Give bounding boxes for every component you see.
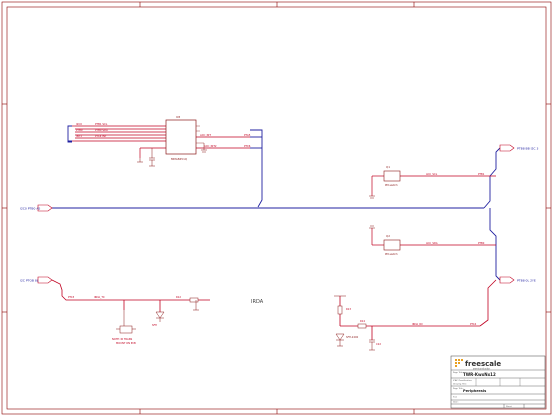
- svg-text:PTB1 SCL: PTB1 SCL: [95, 122, 108, 126]
- right-port-top: PTB8 BB I2C 3: [499, 144, 538, 152]
- svg-text:Page Title:: Page Title:: [453, 371, 464, 374]
- accelerometer-ic: U8 MMA8451Q: [165, 115, 204, 161]
- svg-text:NOTE: IR TRANS: NOTE: IR TRANS: [112, 337, 133, 341]
- q1-part: PM-switch: [385, 183, 398, 187]
- q1-switch: Q1 PM-switch ACC_SCL PTB1: [369, 165, 496, 199]
- svg-text:R12: R12: [176, 295, 181, 299]
- q2-part: PM-switch: [385, 252, 398, 256]
- svg-text:PTC4 INT: PTC4 INT: [95, 134, 107, 138]
- logo-subtext: semiconductor: [473, 367, 490, 370]
- ic-ref: U8: [176, 115, 180, 119]
- irda-components: [116, 297, 199, 334]
- svg-text:ACC_INT2: ACC_INT2: [204, 144, 217, 148]
- right-port-top-label: PTB8 BB I2C 3: [517, 147, 538, 151]
- main-bus: [52, 125, 501, 281]
- ir-receiver-nets: [339, 279, 497, 340]
- svg-text:C22: C22: [376, 342, 381, 346]
- irda-tx-net: [51, 279, 210, 312]
- right-port-bottom-label: PTB8 0L 2YE: [517, 279, 536, 283]
- irda-net-labels: PTC3 IRDA_TX R12 NOTE: IR TRANS MOUNT ON…: [68, 295, 181, 345]
- svg-text:IRDA_TX: IRDA_TX: [94, 295, 105, 299]
- svg-text:Drawing Title:: Drawing Title:: [453, 383, 467, 386]
- svg-text:PTB0: PTB0: [76, 128, 83, 132]
- svg-text:Page Title:: Page Title:: [453, 387, 464, 390]
- svg-text:MOUNT ON PCB: MOUNT ON PCB: [116, 341, 136, 345]
- svg-text:I2C0: I2C0: [76, 122, 82, 126]
- q1-ref: Q1: [386, 165, 390, 169]
- svg-text:SFH: SFH: [152, 323, 157, 327]
- ic-part-label: MMA8451Q: [171, 157, 188, 161]
- sheet-subtitle: Peripherals: [463, 389, 486, 393]
- svg-text:R13: R13: [346, 307, 351, 311]
- left-port-bottom: I2C PTOB 8L: [20, 276, 53, 284]
- irda-label: IRDA: [251, 299, 264, 305]
- q2-switch: Q2 PM-switch ACC_SDA PTB0: [369, 225, 496, 256]
- left-port-mid-label: I2C0 PTB0 AS: [20, 207, 40, 211]
- schematic-sheet: I2C0 PTB1 SCL PTB0 PTB0 SDA INT1 PTC4 IN…: [1, 1, 552, 415]
- svg-text:ACC_INT: ACC_INT: [200, 133, 211, 137]
- left-port-bottom-label: I2C PTOB 8L: [20, 279, 39, 283]
- svg-text:PTC3: PTC3: [68, 295, 75, 299]
- svg-text:IRDA_RX: IRDA_RX: [412, 322, 423, 326]
- photodiode-part: SFH-2400: [346, 335, 359, 339]
- svg-text:PTB0: PTB0: [478, 241, 485, 245]
- svg-text:ACC_SCL: ACC_SCL: [426, 172, 438, 176]
- svg-text:Sheet: Sheet: [506, 405, 512, 408]
- svg-text:ACC_SDA: ACC_SDA: [426, 241, 438, 245]
- svg-text:PTB1: PTB1: [478, 172, 485, 176]
- q2-ref: Q2: [386, 234, 390, 238]
- svg-text:ICAP Classification:: ICAP Classification:: [453, 379, 472, 382]
- left-port-mid: I2C0 PTB0 AS: [20, 204, 53, 212]
- svg-text:R14: R14: [360, 319, 365, 323]
- svg-text:PTC6: PTC6: [244, 144, 251, 148]
- svg-text:PTB0 SDA: PTB0 SDA: [95, 128, 108, 132]
- svg-text:INT1: INT1: [76, 134, 82, 138]
- svg-text:PTC4: PTC4: [470, 322, 477, 326]
- svg-text:Date:: Date:: [453, 401, 459, 404]
- title-block: freescale semiconductor TWR-KwxNx12 Peri…: [450, 355, 546, 409]
- right-port-bottom: PTB8 0L 2YE: [499, 276, 536, 284]
- svg-text:PTA5: PTA5: [244, 133, 251, 137]
- board-title: TWR-KwxNx12: [463, 372, 496, 377]
